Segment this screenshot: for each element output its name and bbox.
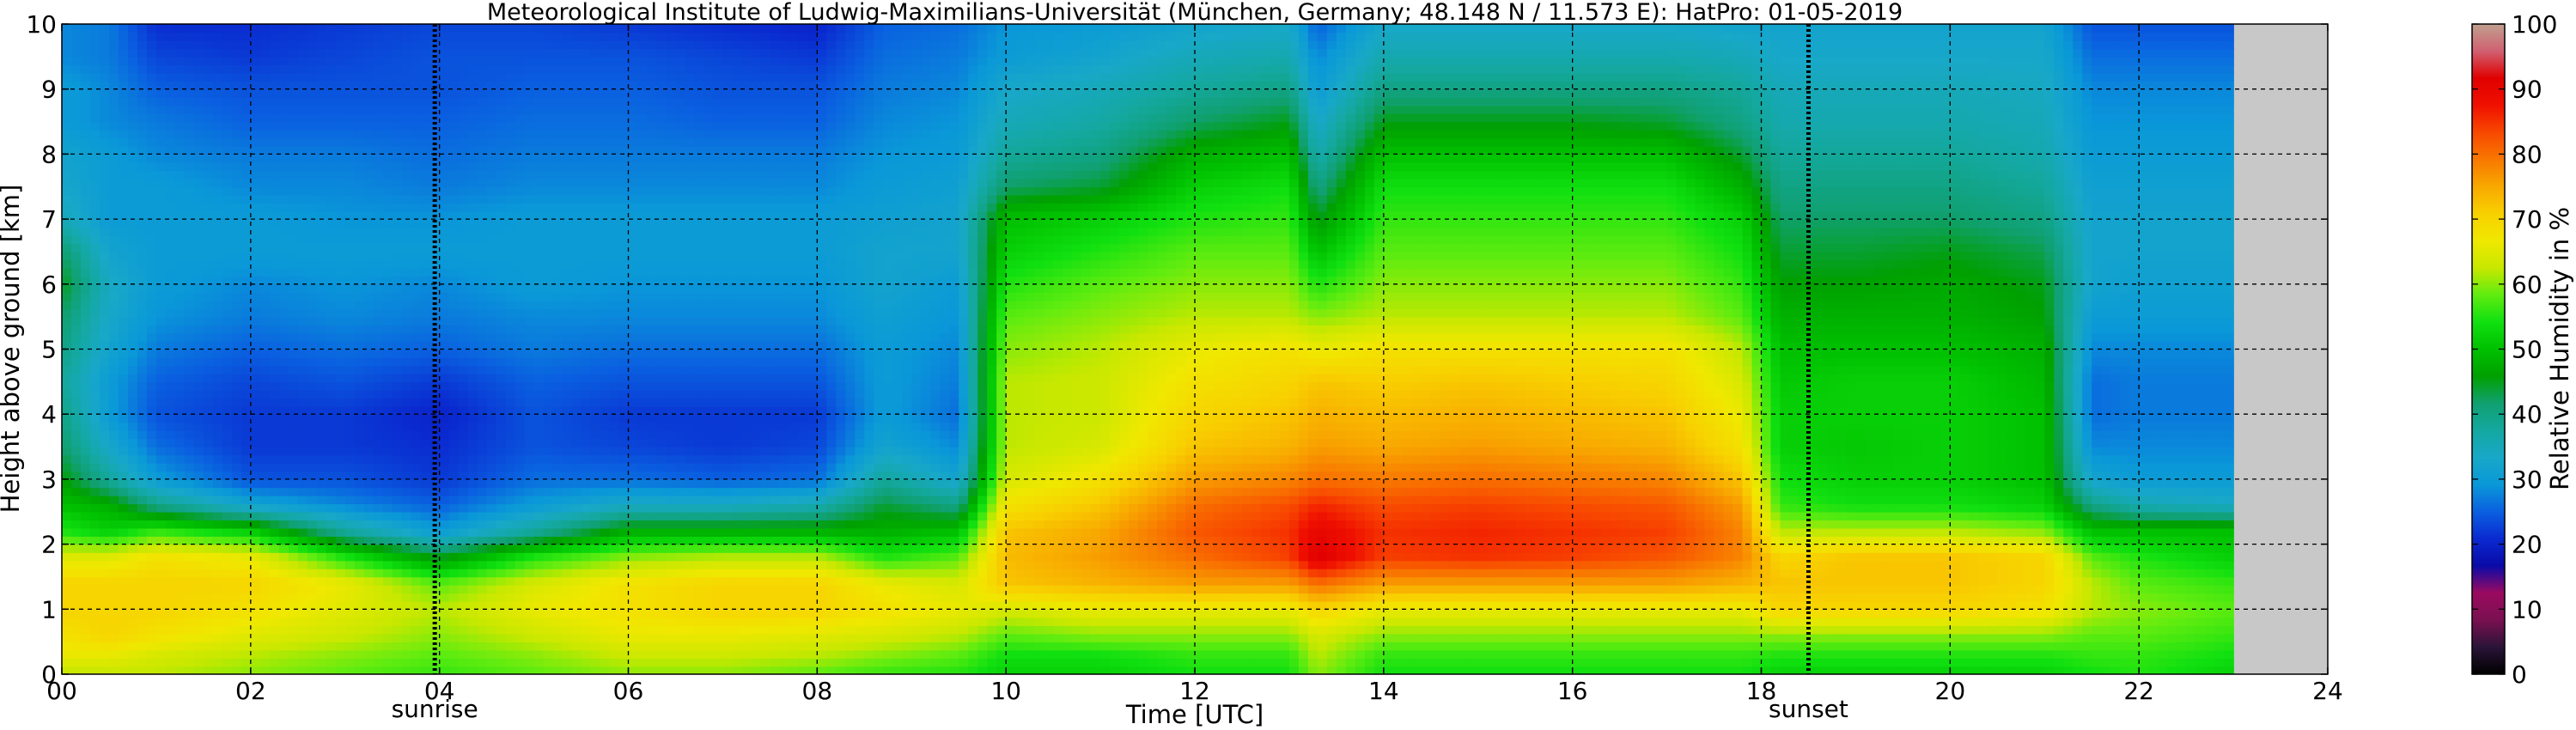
annotation-labels: sunrise sunset bbox=[392, 695, 1848, 723]
chart-title: Meteorological Institute of Ludwig-Maxim… bbox=[487, 0, 1903, 26]
y-tick-label: 10 bbox=[26, 10, 57, 39]
colorbar: 0 10 20 30 40 50 60 70 80 90 100 Relative Humidity… bbox=[2472, 10, 2574, 689]
colorbar-tick-label: 50 bbox=[2512, 336, 2543, 364]
colorbar-tick-label: 60 bbox=[2512, 271, 2543, 299]
colorbar-tick-label: 10 bbox=[2512, 595, 2543, 624]
y-tick-label: 2 bbox=[41, 531, 57, 559]
colorbar-tick-label: 0 bbox=[2512, 660, 2527, 689]
x-tick-label: 24 bbox=[2312, 677, 2343, 705]
x-tick-label: 06 bbox=[613, 677, 644, 705]
x-tick-label: 10 bbox=[990, 677, 1021, 705]
y-tick-label: 8 bbox=[41, 140, 57, 168]
colorbar-tick-label: 40 bbox=[2512, 400, 2543, 429]
annotation-label: sunrise bbox=[392, 695, 478, 723]
plot-area bbox=[62, 24, 2328, 675]
y-tick-label: 0 bbox=[41, 660, 57, 689]
x-tick-label: 20 bbox=[1935, 677, 1966, 705]
x-tick-label: 16 bbox=[1557, 677, 1588, 705]
y-tick-label: 7 bbox=[41, 205, 57, 234]
y-tick-label: 4 bbox=[41, 400, 57, 429]
x-tick-label: 08 bbox=[802, 677, 833, 705]
colorbar-tick-label: 90 bbox=[2512, 76, 2543, 104]
x-tick-label: 02 bbox=[235, 677, 266, 705]
x-axis-label: Time [UTC] bbox=[1125, 700, 1264, 729]
x-tick-label: 14 bbox=[1368, 677, 1399, 705]
y-tick-label: 6 bbox=[41, 271, 57, 299]
colorbar-label: Relative Humidity in % bbox=[2545, 207, 2574, 490]
colorbar-tick-label: 100 bbox=[2512, 10, 2557, 39]
x-tick-label: 22 bbox=[2123, 677, 2154, 705]
y-axis-label: Height above ground [km] bbox=[0, 185, 25, 514]
y-tick-label: 1 bbox=[41, 595, 57, 624]
y-tick-label: 3 bbox=[41, 465, 57, 494]
colorbar-tick-label: 80 bbox=[2512, 140, 2543, 168]
humidity-chart: Meteorological Institute of Ludwig-Maxim… bbox=[0, 0, 2576, 730]
colorbar-tick-label: 70 bbox=[2512, 205, 2543, 234]
y-tick-label: 5 bbox=[41, 336, 57, 364]
annotation-label: sunset bbox=[1769, 695, 1848, 723]
colorbar-tick-label: 30 bbox=[2512, 465, 2543, 494]
y-tick-label: 9 bbox=[41, 76, 57, 104]
colorbar-tick-label: 20 bbox=[2512, 531, 2543, 559]
